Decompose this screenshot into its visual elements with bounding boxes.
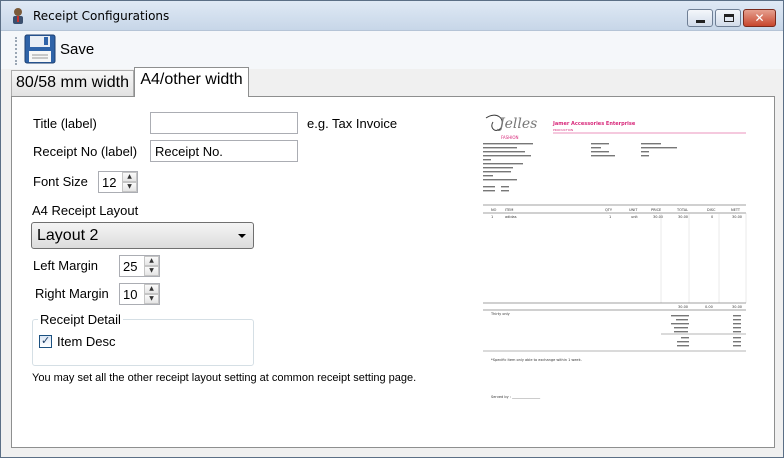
receipt-no-label: Receipt No (label) xyxy=(33,144,138,159)
item-desc-checkbox[interactable]: ✓ xyxy=(39,334,52,348)
title-bar: Receipt Configurations ✕ xyxy=(1,1,783,31)
preview-amount-words: Thirty only xyxy=(490,312,510,316)
user-app-icon xyxy=(13,8,23,24)
title-input[interactable] xyxy=(150,112,298,134)
preview-sum-total: 30.00 xyxy=(678,305,688,309)
receipt-config-window: Receipt Configurations ✕ Save 80/58 mm w… xyxy=(0,0,784,458)
font-size-value: 12 xyxy=(102,175,117,190)
right-margin-value: 10 xyxy=(123,287,138,302)
toolbar: Save xyxy=(1,31,783,69)
font-size-stepper[interactable]: 12 ▲ ▼ xyxy=(98,171,138,193)
spin-up-icon[interactable]: ▲ xyxy=(144,256,159,266)
font-size-label: Font Size xyxy=(33,174,88,189)
tab-80-58mm[interactable]: 80/58 mm width xyxy=(11,70,134,96)
toolbar-grip[interactable] xyxy=(15,37,17,65)
left-margin-stepper[interactable]: 25 ▲ ▼ xyxy=(119,255,160,277)
preview-header-price: PRICE xyxy=(651,208,661,212)
floppy-disk-icon xyxy=(24,34,56,64)
preview-company-sub: PRODUCTION xyxy=(553,128,573,132)
settings-note: You may set all the other receipt layout… xyxy=(32,372,417,384)
receipt-no-input[interactable] xyxy=(150,140,298,162)
minimize-icon xyxy=(696,20,705,23)
preview-served-by: Served by : ________________ xyxy=(491,395,540,399)
layout-label: A4 Receipt Layout xyxy=(32,203,139,218)
receipt-detail-title: Receipt Detail xyxy=(38,312,123,327)
preview-header-unit: UNIT xyxy=(629,208,638,212)
spin-down-icon[interactable]: ▼ xyxy=(144,294,159,304)
preview-header-item: ITEM xyxy=(505,208,513,212)
spin-up-icon[interactable]: ▲ xyxy=(144,284,159,294)
preview-row-price: 30.00 xyxy=(653,215,663,219)
preview-sum-nett: 30.00 xyxy=(732,305,742,309)
preview-row-unit: unit xyxy=(631,215,638,219)
preview-sum-disc: 0.00 xyxy=(705,305,713,309)
preview-row-no: 1 xyxy=(491,215,493,219)
preview-row-item: adidas xyxy=(505,215,517,219)
preview-row-disc: 0 xyxy=(711,215,713,219)
svg-text:FASHION: FASHION xyxy=(501,135,519,140)
right-margin-label: Right Margin xyxy=(35,286,109,301)
spin-down-icon[interactable]: ▼ xyxy=(144,266,159,276)
preview-footer-note: *Specific item only able to exchange wit… xyxy=(491,358,582,362)
tab-a4-other[interactable]: A4/other width xyxy=(134,67,249,97)
save-button[interactable]: Save xyxy=(21,33,101,67)
right-margin-stepper[interactable]: 10 ▲ ▼ xyxy=(119,283,160,305)
preview-totals-row: 30.00 0.00 30.00 xyxy=(678,305,742,309)
maximize-icon xyxy=(724,14,734,22)
spin-up-icon[interactable]: ▲ xyxy=(122,172,137,182)
preview-row-total: 30.00 xyxy=(678,215,688,219)
preview-row-qty: 1 xyxy=(609,215,611,219)
preview-header-disc: DISC xyxy=(707,208,716,212)
layout-value: Layout 2 xyxy=(37,227,99,244)
close-button[interactable]: ✕ xyxy=(743,9,776,27)
chevron-down-icon xyxy=(238,234,246,238)
preview-header-qty: QTY xyxy=(605,208,613,212)
left-margin-label: Left Margin xyxy=(33,258,99,273)
title-hint: e.g. Tax Invoice xyxy=(307,116,398,131)
svg-text:Jelles: Jelles xyxy=(496,116,537,132)
layout-select[interactable]: Layout 2 xyxy=(31,222,254,249)
left-margin-value: 25 xyxy=(123,259,138,274)
preview-header-total: TOTAL xyxy=(676,208,688,212)
minimize-button[interactable] xyxy=(687,9,713,27)
window-title: Receipt Configurations xyxy=(33,9,170,23)
preview-company-name: Jamer Accessories Enterprise xyxy=(552,121,636,127)
save-label: Save xyxy=(60,41,95,58)
check-icon: ✓ xyxy=(41,334,51,347)
receipt-preview: Jelles FASHION Jamer Accessories Enterpr… xyxy=(471,106,761,416)
title-label: Title (label) xyxy=(33,116,97,131)
preview-header-no: NO xyxy=(491,208,497,212)
item-desc-label: Item Desc xyxy=(57,334,116,349)
spin-down-icon[interactable]: ▼ xyxy=(122,182,137,192)
maximize-button[interactable] xyxy=(715,9,741,27)
preview-header-nett: NETT xyxy=(731,208,741,212)
preview-row-nett: 30.00 xyxy=(732,215,742,219)
close-icon: ✕ xyxy=(754,11,765,25)
